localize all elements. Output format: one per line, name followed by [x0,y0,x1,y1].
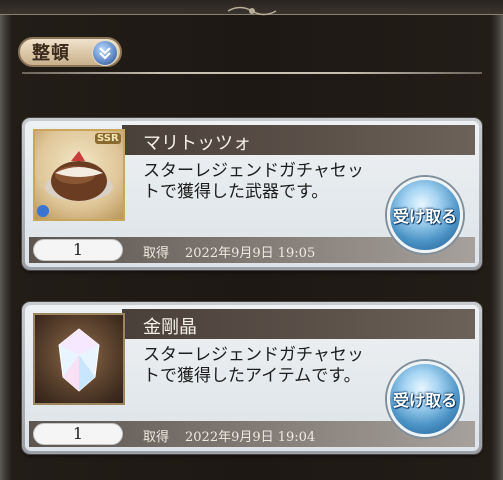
quantity-value: 1 [33,239,123,261]
sort-button[interactable]: 整頓 [18,37,122,67]
quantity-value: 1 [33,423,123,445]
item-name: 金剛晶 [143,317,197,338]
crystal-item-icon [33,313,125,405]
rarity-badge: SSR [95,133,121,144]
acquired-label: 取得 [143,246,170,261]
acquired-date: 2022年9月9日 19:04 [185,430,316,445]
receive-button[interactable]: 受け取る [387,361,463,437]
divider [22,72,482,74]
receive-label: 受け取る [392,391,457,410]
double-chevron-down-icon [92,40,118,66]
item-description: スターレジェンドガチャセットで獲得したアイテムです。 [143,345,364,386]
receive-label: 受け取る [392,207,457,226]
acquired-label: 取得 [143,430,170,445]
receive-button[interactable]: 受け取る [387,177,463,253]
item-name: マリトッツォ [143,133,251,154]
gift-item-card: 金剛晶 スターレジェンドガチャセットで獲得したアイテムです。 1 取得 2022… [22,302,482,454]
gift-item-card: SSR マリトッツォ スターレジェンドガチャセットで獲得した武器です。 1 取得… [22,118,482,270]
acquired-date: 2022年9月9日 19:05 [185,246,316,261]
item-description: スターレジェンドガチャセットで獲得した武器です。 [143,161,364,202]
sort-label: 整頓 [32,43,70,64]
ornament-icon [227,6,277,16]
